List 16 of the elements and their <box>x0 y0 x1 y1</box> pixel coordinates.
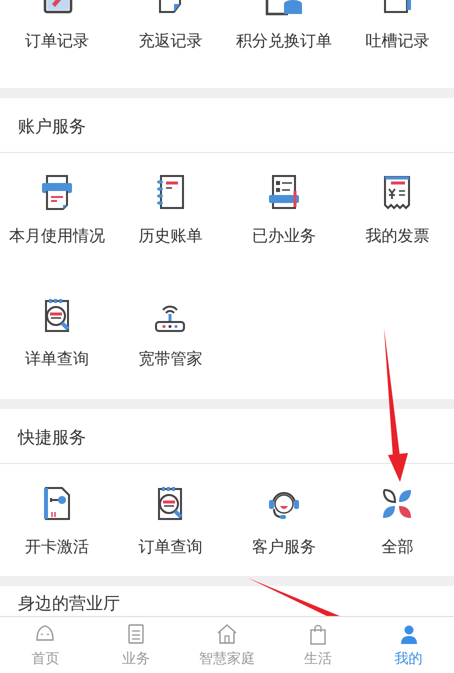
service-label[interactable]: 开卡激活 <box>24 537 89 558</box>
service-label[interactable]: 客户服务 <box>252 537 316 558</box>
section-title: 账户服务 <box>0 98 454 153</box>
service-label[interactable]: 吐槽记录 <box>365 31 430 52</box>
service-label[interactable]: 订单记录 <box>24 31 89 52</box>
service-label[interactable]: 充返记录 <box>138 31 202 52</box>
service-label[interactable]: 本月使用情况 <box>8 226 105 247</box>
service-label[interactable]: 我的发票 <box>365 226 430 247</box>
service-label[interactable]: 已办业务 <box>252 226 316 247</box>
section-title: 身边的营业厅 <box>18 593 120 616</box>
service-label[interactable]: 积分兑换订单 <box>236 31 332 52</box>
service-label[interactable]: 全部 <box>381 537 414 558</box>
service-label[interactable]: 历史账单 <box>138 226 202 247</box>
service-label[interactable]: 详单查询 <box>24 349 89 370</box>
service-label[interactable]: 订单查询 <box>138 537 202 558</box>
service-label[interactable]: 宽带管家 <box>138 349 202 370</box>
